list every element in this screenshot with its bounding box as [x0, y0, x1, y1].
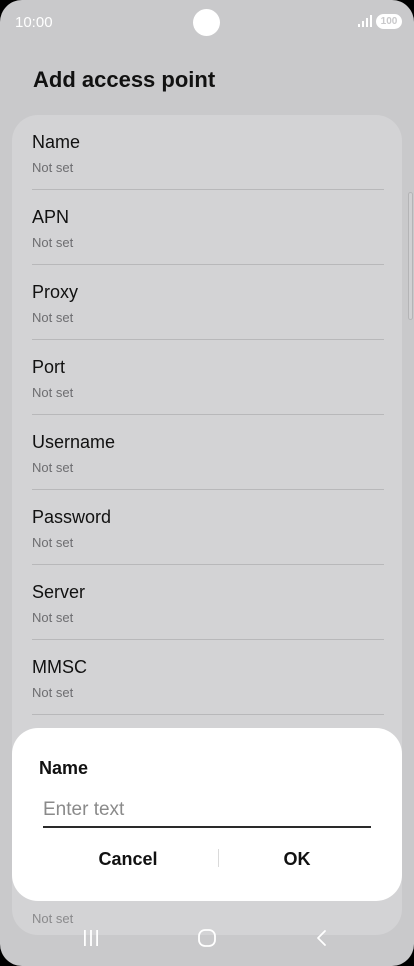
field-value: Not set: [32, 385, 74, 400]
field-label: Username: [32, 432, 116, 452]
signal-icon: [358, 15, 372, 27]
back-icon: [317, 930, 326, 946]
field-label: APN: [32, 207, 70, 227]
field-proxy[interactable]: Proxy Not set: [32, 265, 384, 340]
field-label: Proxy: [32, 282, 79, 302]
field-name[interactable]: Name Not set: [32, 115, 384, 190]
home-button[interactable]: [183, 924, 231, 952]
field-value: Not set: [32, 160, 74, 175]
ok-button[interactable]: OK: [202, 841, 392, 877]
dialog-title: Name: [39, 758, 89, 778]
field-label: Port: [32, 357, 66, 377]
battery-icon: 100: [376, 14, 402, 29]
field-username[interactable]: Username Not set: [32, 415, 384, 490]
name-input[interactable]: [43, 794, 371, 828]
field-mmsc[interactable]: MMSC Not set: [32, 640, 384, 715]
status-bar: 10:00 100: [0, 0, 414, 44]
field-server[interactable]: Server Not set: [32, 565, 384, 640]
field-label: Name: [32, 132, 81, 152]
recents-icon: [84, 930, 98, 946]
scrollbar[interactable]: [408, 192, 413, 320]
field-password[interactable]: Password Not set: [32, 490, 384, 565]
field-port[interactable]: Port Not set: [32, 340, 384, 415]
field-value: Not set: [32, 310, 74, 325]
field-label: MMSC: [32, 657, 87, 677]
name-dialog: Name Cancel OK: [12, 728, 402, 901]
field-value: Not set: [32, 610, 74, 625]
back-button[interactable]: [298, 924, 346, 952]
home-icon: [198, 929, 216, 947]
field-value: Not set: [32, 535, 74, 550]
navigation-bar: [0, 914, 414, 966]
field-label: Password: [32, 507, 112, 527]
field-value: Not set: [32, 460, 74, 475]
recents-button[interactable]: [67, 924, 115, 952]
field-apn[interactable]: APN Not set: [32, 190, 384, 265]
field-value: Not set: [32, 685, 74, 700]
camera-cutout: [193, 9, 220, 36]
field-value: Not set: [32, 235, 74, 250]
field-label: Server: [32, 582, 86, 602]
page-title: Add access point: [33, 67, 216, 92]
cancel-button[interactable]: Cancel: [32, 841, 224, 877]
status-time: 10:00: [15, 14, 53, 31]
screen: 10:00 100 Add access point Name Not set …: [0, 0, 414, 966]
